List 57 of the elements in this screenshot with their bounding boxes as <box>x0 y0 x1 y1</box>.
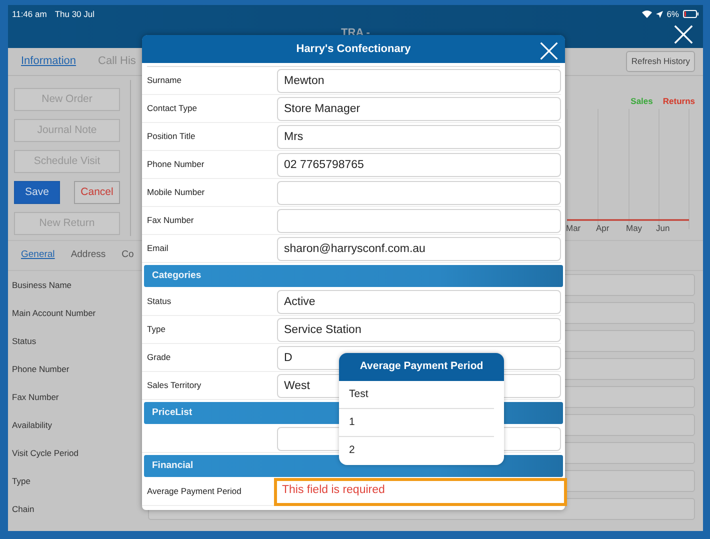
input-field[interactable]: Mrs <box>277 124 561 148</box>
field-label: Grade <box>146 351 172 364</box>
close-icon[interactable] <box>673 24 694 46</box>
field-label: Visit Cycle Period <box>11 446 80 460</box>
battery-icon <box>683 10 699 18</box>
input-field[interactable] <box>277 208 561 232</box>
input-field[interactable]: Active <box>277 290 561 314</box>
tab[interactable]: General <box>21 248 55 263</box>
field-label: Sales Territory <box>146 379 202 392</box>
picker-option[interactable]: Test <box>339 381 494 409</box>
month-label: Jun <box>656 222 671 235</box>
input-field[interactable] <box>277 180 561 204</box>
field-label: Type <box>146 323 166 336</box>
save-button[interactable]: Save <box>14 181 60 204</box>
field-label: Status <box>146 295 172 308</box>
field-label: Availability <box>11 418 54 432</box>
input-field[interactable]: This field is required <box>274 478 567 506</box>
refresh-history-button[interactable]: Refresh History <box>626 51 695 72</box>
month-label: Apr <box>596 222 610 235</box>
field-label: Chain <box>11 502 36 516</box>
field-label: Type <box>11 474 32 488</box>
close-icon[interactable] <box>539 40 559 61</box>
dialog-title: Harry's Confectionary <box>296 42 411 57</box>
month-label: May <box>626 222 644 235</box>
field-label: Average Payment Period <box>146 485 242 498</box>
wifi-icon <box>642 10 652 18</box>
cancel-button[interactable]: Cancel <box>74 181 120 204</box>
month-label: Mar <box>566 222 582 235</box>
tab[interactable]: Information <box>21 53 76 70</box>
field-label: Surname <box>146 74 182 87</box>
input-field[interactable]: 02 7765798765 <box>277 152 561 176</box>
field-label: Position Title <box>146 130 196 143</box>
tab[interactable]: Address <box>70 248 106 263</box>
status-date: Thu 30 Jul <box>54 8 95 21</box>
tab[interactable]: Co <box>122 248 134 263</box>
battery-percent: 6% <box>666 8 679 21</box>
field-label: Status <box>11 334 38 348</box>
input-field[interactable]: Store Manager <box>277 96 561 120</box>
input-field[interactable]: Mewton <box>277 68 561 92</box>
field-label: Phone Number <box>11 362 70 376</box>
legend-label: Returns <box>662 95 695 108</box>
field-label: Phone Number <box>146 158 206 171</box>
legend-label: Sales <box>630 95 653 108</box>
field-label: Main Account Number <box>11 306 97 320</box>
field-label: Fax Number <box>11 390 60 404</box>
status-time: 11:46 am <box>12 8 47 21</box>
field-label: Contact Type <box>146 102 198 115</box>
field-label: Email <box>146 242 170 255</box>
input-field[interactable]: sharon@harrysconf.com.au <box>277 236 561 260</box>
field-label: Business Name <box>11 278 73 292</box>
section-header: Categories <box>144 265 563 287</box>
input-field[interactable]: Service Station <box>277 318 561 342</box>
picker-title: Average Payment Period <box>339 353 504 381</box>
picker-option[interactable]: 1 <box>339 409 494 437</box>
field-label: Mobile Number <box>146 186 206 199</box>
location-icon <box>656 10 663 18</box>
field-label: Fax Number <box>146 214 195 227</box>
